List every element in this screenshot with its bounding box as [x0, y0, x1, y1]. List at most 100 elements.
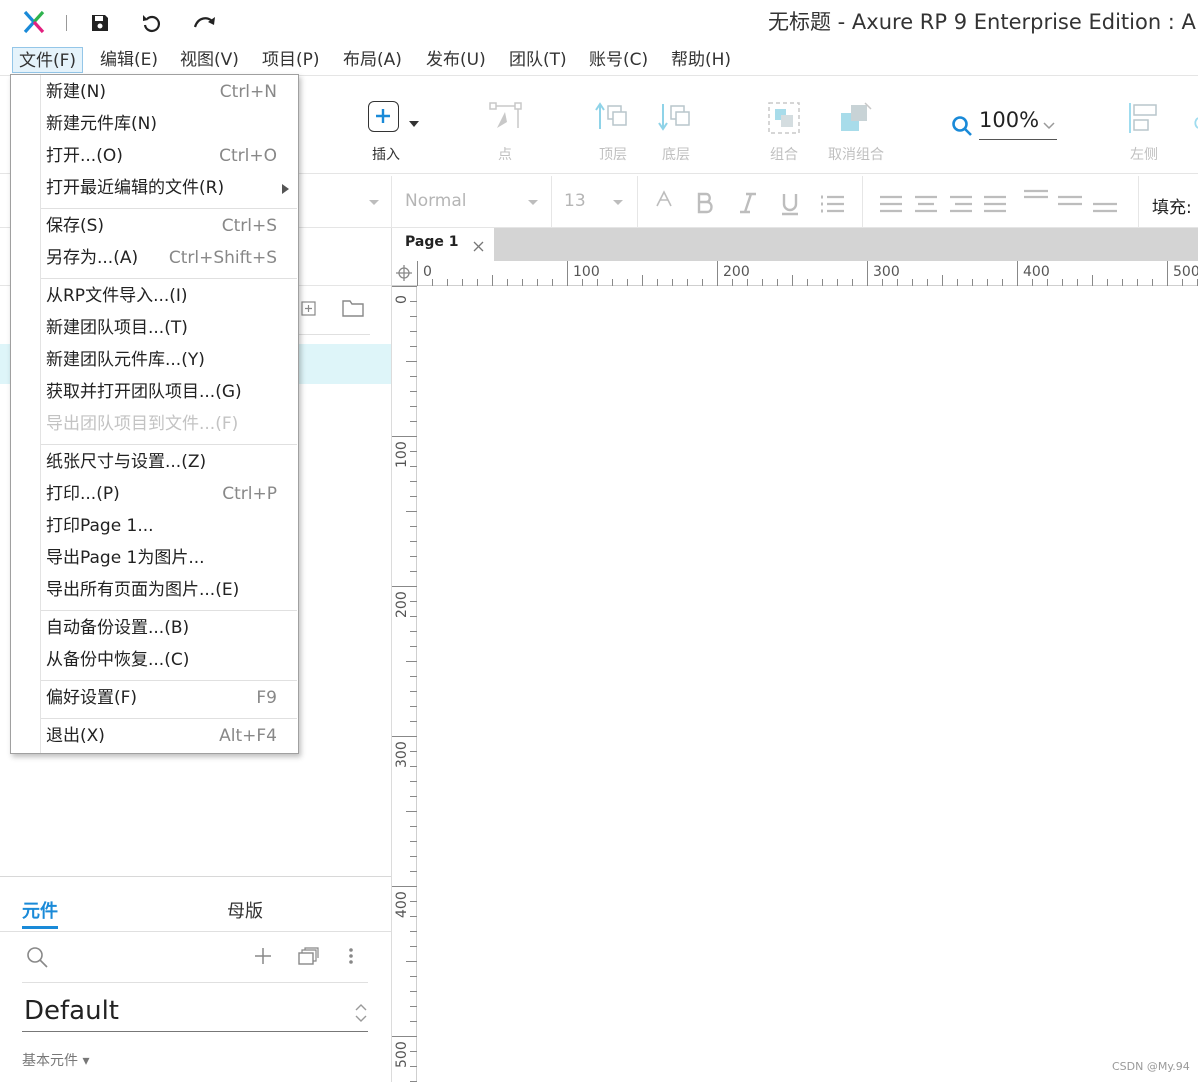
menu-item-new-team-project[interactable]: 新建团队项目...(T) [41, 312, 297, 344]
valign-top-icon[interactable] [1023, 189, 1049, 203]
menu-view[interactable]: 视图(V) [174, 47, 245, 73]
menu-item-backup-settings[interactable]: 自动备份设置...(B) [41, 612, 297, 644]
menu-item-import-rp[interactable]: 从RP文件导入...(I) [41, 280, 297, 312]
menu-item-save[interactable]: 保存(S) Ctrl+S [41, 210, 297, 242]
add-library-icon[interactable] [254, 947, 272, 965]
fill-label: 填充: [1152, 198, 1192, 218]
insert-button[interactable] [368, 101, 399, 132]
menu-item-print-page[interactable]: 打印Page 1... [41, 510, 297, 542]
zoom-value: 100% [979, 108, 1040, 132]
horizontal-ruler: 0 100 200 300 400 500 [392, 261, 1198, 286]
vertical-ruler-ticks [392, 286, 417, 1082]
ungroup-icon[interactable] [839, 101, 873, 135]
menu-layout[interactable]: 布局(A) [337, 47, 408, 73]
align-text-justify-icon[interactable] [983, 195, 1007, 213]
vruler-label: 400 [394, 891, 410, 918]
menu-item-exit[interactable]: 退出(X) Alt+F4 [41, 720, 297, 752]
undo-icon[interactable] [141, 12, 163, 34]
menu-account[interactable]: 账号(C) [583, 47, 654, 73]
menu-file[interactable]: 文件(F) [12, 47, 84, 73]
font-color-icon[interactable] [655, 190, 673, 210]
menu-help[interactable]: 帮助(H) [665, 47, 737, 73]
font-size-select[interactable]: 13 [564, 191, 586, 211]
align-text-right-icon[interactable] [949, 195, 973, 213]
menu-item-open[interactable]: 打开...(O) Ctrl+O [41, 140, 297, 172]
vruler-label: 500 [394, 1041, 410, 1068]
bullet-list-icon[interactable] [819, 194, 845, 214]
menu-separator [41, 208, 297, 209]
bold-icon[interactable] [695, 192, 715, 214]
library-name: Default [24, 996, 119, 1026]
add-page-icon[interactable] [301, 301, 316, 316]
chevron-updown-icon [355, 1004, 367, 1022]
menu-project[interactable]: 项目(P) [256, 47, 326, 73]
watermark: CSDN @My.94 [1112, 1060, 1190, 1073]
page-tab[interactable]: Page 1 [392, 228, 494, 261]
panel-divider [0, 876, 391, 877]
menu-item-preferences[interactable]: 偏好设置(F) F9 [41, 682, 297, 714]
underline-icon[interactable] [780, 192, 800, 216]
align-left-label: 左侧 [1130, 147, 1158, 163]
chevron-down-icon[interactable] [612, 199, 624, 207]
redo-icon[interactable] [192, 12, 218, 34]
basic-widgets-header[interactable]: 基本元件 ▾ [22, 1050, 89, 1070]
align-text-center-icon[interactable] [914, 195, 938, 213]
zoom-select[interactable]: 100% [979, 108, 1057, 140]
chevron-down-icon[interactable] [368, 199, 380, 207]
horizontal-ruler-ticks [417, 261, 1198, 286]
valign-bottom-icon[interactable] [1092, 201, 1118, 215]
menu-item-get-team-project[interactable]: 获取并打开团队项目...(G) [41, 376, 297, 408]
close-tab-icon[interactable] [473, 241, 484, 252]
menu-separator [41, 680, 297, 681]
hruler-label: 0 [423, 264, 432, 280]
design-canvas[interactable] [418, 287, 1198, 1082]
align-center-icon[interactable] [1190, 116, 1198, 130]
page-tab-label: Page 1 [405, 234, 459, 250]
style-select[interactable]: Normal [405, 191, 467, 211]
panel-divider [22, 982, 368, 983]
menu-icon-gutter [11, 75, 41, 753]
menu-team[interactable]: 团队(T) [503, 47, 573, 73]
search-icon[interactable] [26, 946, 48, 968]
menu-item-save-as[interactable]: 另存为...(A) Ctrl+Shift+S [41, 242, 297, 274]
chevron-down-icon[interactable] [527, 199, 539, 207]
send-to-back-icon[interactable] [658, 101, 694, 133]
add-folder-icon[interactable] [342, 299, 364, 317]
menu-item-new-library[interactable]: 新建元件库(N) [41, 108, 297, 140]
menu-edit[interactable]: 编辑(E) [94, 47, 164, 73]
tab-masters[interactable]: 母版 [227, 897, 263, 923]
align-text-left-icon[interactable] [879, 195, 903, 213]
vertical-ruler: 0 100 200 300 400 500 [392, 286, 417, 1082]
insert-label: 插入 [372, 147, 400, 163]
format-divider [391, 176, 392, 228]
insert-dropdown-icon[interactable] [408, 120, 420, 128]
italic-icon[interactable] [738, 192, 758, 214]
tab-widgets[interactable]: 元件 [22, 897, 58, 923]
menu-item-page-setup[interactable]: 纸张尺寸与设置...(Z) [41, 446, 297, 478]
menu-item-new[interactable]: 新建(N) Ctrl+N [41, 76, 297, 108]
hruler-label: 300 [873, 264, 900, 280]
valign-middle-icon[interactable] [1057, 195, 1083, 209]
page-tab-strip [392, 228, 1198, 261]
save-icon[interactable] [90, 13, 110, 33]
menu-item-export-page-image[interactable]: 导出Page 1为图片... [41, 542, 297, 574]
menu-publish[interactable]: 发布(U) [420, 47, 492, 73]
point-icon[interactable] [489, 102, 523, 134]
library-select[interactable]: Default [22, 994, 368, 1032]
tab-widgets-underline [22, 926, 58, 929]
library-stack-icon[interactable] [298, 947, 319, 965]
group-icon[interactable] [767, 101, 801, 135]
menu-item-open-recent[interactable]: 打开最近编辑的文件(R) [41, 172, 297, 204]
menu-separator [41, 718, 297, 719]
more-options-icon[interactable] [348, 947, 354, 965]
align-left-icon[interactable] [1127, 101, 1161, 135]
bring-to-front-icon[interactable] [595, 101, 631, 133]
menu-item-restore-backup[interactable]: 从备份中恢复...(C) [41, 644, 297, 676]
menu-item-export-all-images[interactable]: 导出所有页面为图片...(E) [41, 574, 297, 606]
menu-item-new-team-library[interactable]: 新建团队元件库...(Y) [41, 344, 297, 376]
menu-item-print[interactable]: 打印...(P) Ctrl+P [41, 478, 297, 510]
crosshair-icon[interactable] [396, 265, 412, 281]
hruler-label: 500 [1173, 264, 1198, 280]
point-label: 点 [498, 147, 512, 163]
chevron-down-icon [1043, 122, 1055, 130]
